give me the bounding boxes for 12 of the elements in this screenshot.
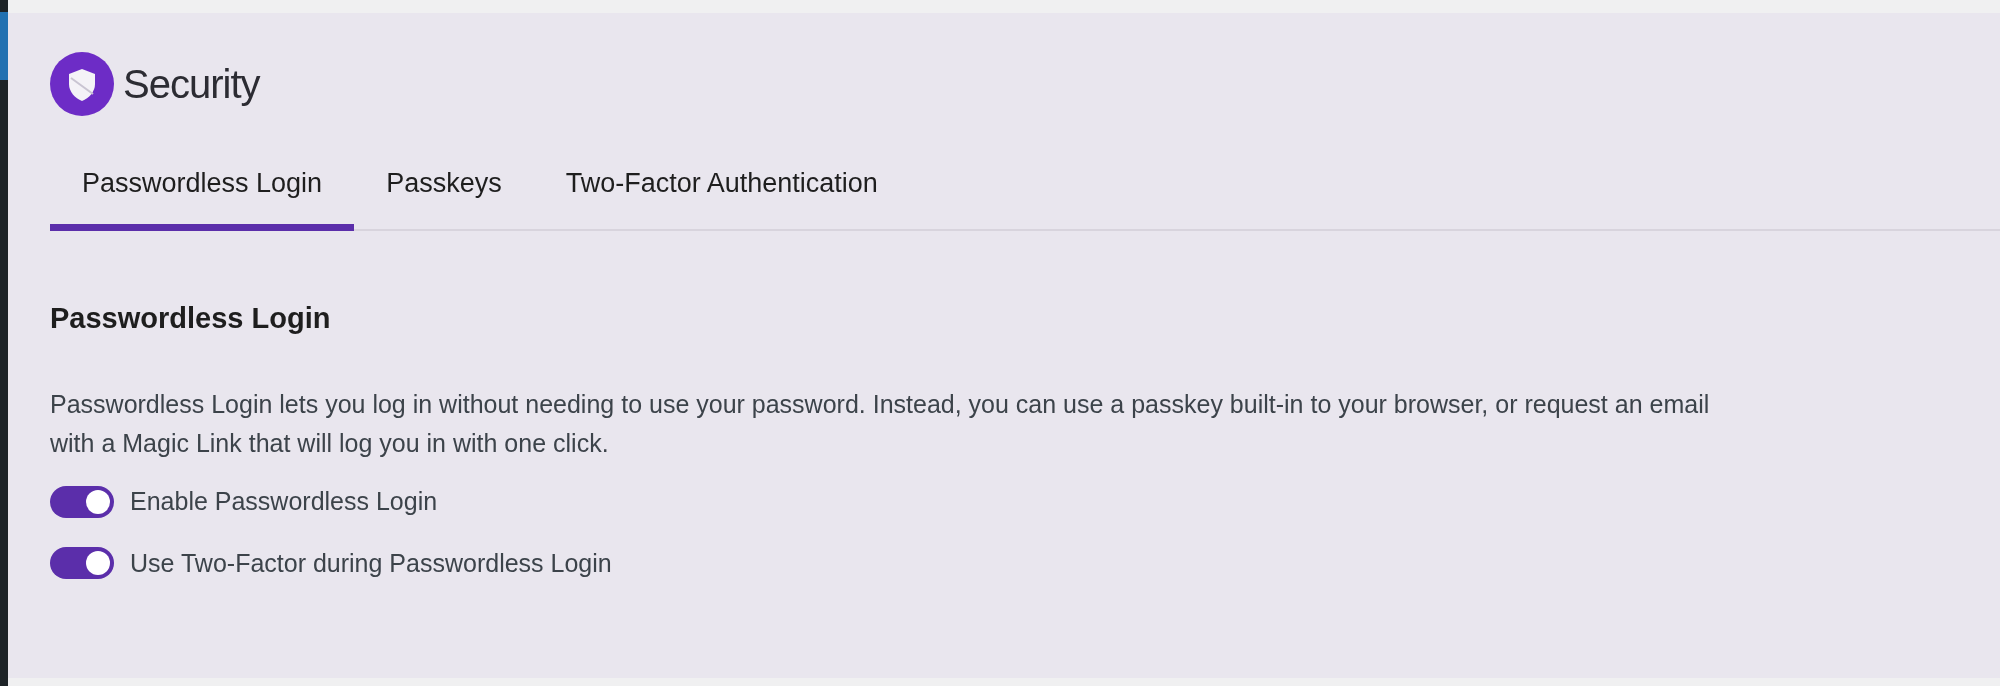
tab[interactable]: Passwordless Login [50,151,355,231]
tab[interactable]: Passkeys [354,151,534,231]
toggle-switch[interactable] [50,485,114,518]
page-title: Security [123,61,260,108]
toggle-label: Use Two-Factor during Passwordless Login [130,547,612,579]
shield-icon [50,52,114,116]
toggle-switch[interactable] [50,547,114,580]
menu-highlight [0,12,8,80]
section-heading: Passwordless Login [50,300,332,336]
section-description: Passwordless Login lets you log in without needing to use your password. Instead, you can use a passkey built-in to your browser, or request an email with a Magic Link that will log you in with one click. [50,389,1710,459]
toggle-label: Enable Passwordless Login [130,486,438,517]
tab[interactable]: Two-Factor Authentication [533,151,910,231]
